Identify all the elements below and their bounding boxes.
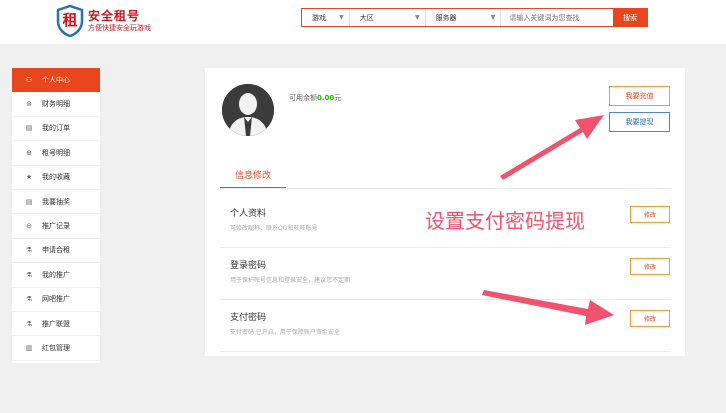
server-select-label: 服务器 <box>435 13 457 22</box>
sidebar-item-label: 红包管理 <box>42 343 70 352</box>
server-select[interactable]: 服务器 ▼ <box>426 9 502 26</box>
balance-unit: 元 <box>334 94 342 102</box>
search-input[interactable] <box>501 9 614 26</box>
sidebar-item-label: 推广联盟 <box>42 319 70 328</box>
row-description: 可修改昵称、联系QQ和旺旺账号 <box>230 225 318 232</box>
list-item-pay-password: 支付密码 支付密码 已开启，用于保障账户资金安全 修改 <box>220 300 671 352</box>
chevron-down-icon: ▼ <box>490 14 496 21</box>
row-title: 支付密码 <box>230 313 267 323</box>
search-button[interactable]: 搜索 <box>613 9 647 26</box>
sidebar-item-redpacket[interactable]: ▥ 红包管理 <box>12 336 100 361</box>
avatar[interactable] <box>222 84 274 136</box>
lottery-icon: ▤ <box>25 197 33 206</box>
sidebar-item-alliance[interactable]: ⚗ 推广联盟 <box>12 312 100 337</box>
tab-divider <box>220 188 671 189</box>
logo-char: 租 <box>62 11 78 29</box>
chevron-down-icon: ▼ <box>339 14 344 21</box>
sidebar-item-label: 申请合租 <box>42 246 70 255</box>
share-rent-icon: ⚗ <box>25 246 33 255</box>
row-description: 用于保护账号信息和登录安全，建议您不定期 <box>230 277 351 284</box>
sidebar-item-label: 财务明细 <box>42 100 70 109</box>
sidebar-item-label: 我要抽奖 <box>42 197 70 206</box>
chevron-down-icon: ▼ <box>414 14 420 21</box>
edit-pay-password-button[interactable]: 修改 <box>630 310 670 327</box>
sidebar-item-label: 推广记录 <box>42 222 70 231</box>
recharge-button[interactable]: 我要充值 <box>609 86 670 106</box>
star-icon: ★ <box>25 173 33 182</box>
balance-text: 可用余额0.00元 <box>289 93 341 103</box>
sidebar-item-label: 我的收藏 <box>42 173 70 182</box>
logo-title: 安全租号 <box>88 9 141 23</box>
withdraw-button[interactable]: 我要提现 <box>609 112 670 132</box>
sidebar-item-label: 我的推广 <box>42 270 70 279</box>
sidebar-item-personal-center[interactable]: ⚇ 个人中心 <box>12 68 100 93</box>
sidebar-item-netcafe-promo[interactable]: ⚗ 网吧推广 <box>12 288 100 312</box>
sidebar-item-label: 网吧推广 <box>42 295 70 304</box>
sidebar-item-share-rent[interactable]: ⚗ 申请合租 <box>12 239 100 264</box>
list-item-login-password: 登录密码 用于保护账号信息和登录安全，建议您不定期 修改 <box>220 248 671 300</box>
annotation-text: 设置支付密码提现 <box>425 209 585 233</box>
edit-profile-button[interactable]: 修改 <box>630 206 670 223</box>
logo[interactable]: 租 安全租号 方便快捷安全玩游戏 <box>56 5 151 37</box>
finance-icon: ⊜ <box>26 100 32 109</box>
balance-label: 可用余额 <box>289 94 317 102</box>
region-select[interactable]: 大区 ▼ <box>350 9 426 26</box>
logo-subtitle: 方便快捷安全玩游戏 <box>88 24 151 32</box>
sidebar-item-promo-record[interactable]: ⊖ 推广记录 <box>12 214 100 239</box>
tab-info-edit[interactable]: 信息修改 <box>220 168 286 189</box>
region-select-label: 大区 <box>359 13 374 22</box>
sidebar-item-orders[interactable]: ▤ 我的订单 <box>12 117 100 142</box>
user-icon: ⚇ <box>25 76 33 85</box>
my-promo-icon: ⚗ <box>25 270 33 279</box>
row-title: 个人资料 <box>230 209 267 219</box>
sidebar-item-label: 我的订单 <box>42 124 70 133</box>
balance-value: 0.00 <box>317 94 335 102</box>
order-icon: ▤ <box>25 124 33 133</box>
rent-icon: ⊕ <box>26 148 32 157</box>
promo-record-icon: ⊖ <box>26 222 32 231</box>
sidebar-item-lottery[interactable]: ▤ 我要抽奖 <box>12 190 100 215</box>
row-description: 支付密码 已开启，用于保障账户资金安全 <box>230 329 340 336</box>
game-select[interactable]: 游戏 ▼ <box>302 9 350 26</box>
sidebar-item-label: 个人中心 <box>42 76 70 85</box>
sidebar-item-rent-details[interactable]: ⊕ 租号明细 <box>12 141 100 166</box>
sidebar: ⚇ 个人中心 ⊜ 财务明细 ▤ 我的订单 ⊕ 租号明细 ★ 我的收藏 ▤ 我要抽… <box>12 68 100 363</box>
alliance-icon: ⚗ <box>25 319 33 328</box>
user-silhouette-icon <box>222 84 274 136</box>
game-select-label: 游戏 <box>312 13 326 22</box>
sidebar-item-label: 租号明细 <box>42 148 70 157</box>
netcafe-icon: ⚗ <box>25 295 33 304</box>
redpacket-icon: ▥ <box>25 343 33 352</box>
search-bar: 游戏 ▼ 大区 ▼ 服务器 ▼ 搜索 <box>301 8 648 27</box>
sidebar-item-finance[interactable]: ⊜ 财务明细 <box>12 92 100 117</box>
edit-login-password-button[interactable]: 修改 <box>630 258 670 275</box>
site-header: 租 安全租号 方便快捷安全玩游戏 游戏 ▼ 大区 ▼ 服务器 ▼ 搜索 <box>0 0 726 44</box>
sidebar-item-favorites[interactable]: ★ 我的收藏 <box>12 166 100 190</box>
sidebar-item-my-promo[interactable]: ⚗ 我的推广 <box>12 263 100 288</box>
row-title: 登录密码 <box>230 261 267 271</box>
shield-logo-icon: 租 <box>56 5 84 37</box>
